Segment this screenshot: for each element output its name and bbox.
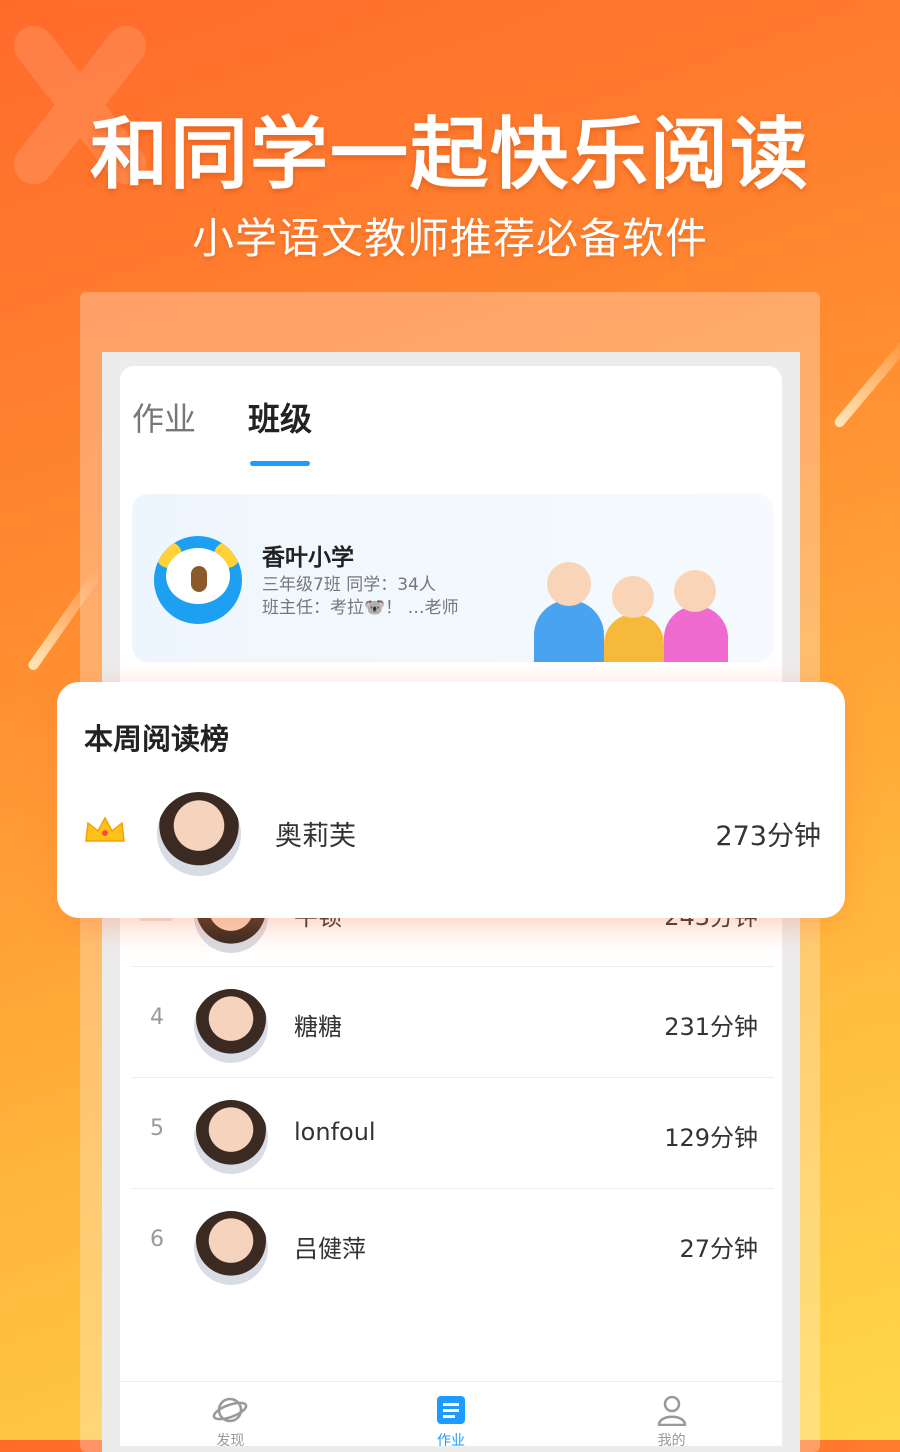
promo-headline: 和同学一起快乐阅读 xyxy=(89,110,810,200)
leaderboard-title: 本周阅读榜 xyxy=(84,722,230,756)
class-details: 三年级7班 同学：34人 班主任：考拉🐨！ …老师 xyxy=(262,574,459,620)
children-illustration xyxy=(514,542,754,662)
koala-avatar-icon xyxy=(154,536,242,624)
school-name: 香叶小学 xyxy=(262,545,354,571)
planet-icon xyxy=(212,1397,248,1423)
rank-number: 4 xyxy=(150,1005,164,1030)
table-row[interactable]: 4 糖糖 231分钟 xyxy=(132,966,774,1077)
gold-crown-icon xyxy=(85,816,125,842)
table-row[interactable]: 5 lonfoul 129分钟 xyxy=(132,1077,774,1188)
reading-time: 27分钟 xyxy=(679,1235,758,1263)
top-student-name: 奥莉芙 xyxy=(275,821,356,852)
bottom-nav: 发现 作业 我的 xyxy=(120,1381,782,1446)
table-row[interactable]: 6 吕健萍 27分钟 xyxy=(132,1188,774,1299)
nav-label: 发现 xyxy=(216,1433,245,1446)
promo-subline: 小学语文教师推荐必备软件 xyxy=(191,214,708,263)
grade-line: 三年级7班 同学：34人 xyxy=(262,575,436,595)
reading-time: 231分钟 xyxy=(664,1013,758,1041)
class-info-card[interactable]: 香叶小学 三年级7班 同学：34人 班主任：考拉🐨！ …老师 xyxy=(132,494,774,662)
rank-number: 6 xyxy=(150,1227,164,1252)
tab-class[interactable]: 班级 xyxy=(248,394,312,466)
profile-icon xyxy=(657,1395,686,1426)
weekly-leaderboard-popup[interactable]: 本周阅读榜 奥莉芙 273分钟 xyxy=(57,682,845,918)
tab-homework[interactable]: 作业 xyxy=(132,394,196,440)
shooting-star-decoration xyxy=(832,330,900,430)
reading-time: 129分钟 xyxy=(664,1124,758,1152)
avatar xyxy=(157,792,241,876)
avatar xyxy=(194,989,268,1063)
top-reading-time: 273分钟 xyxy=(715,821,821,852)
teacher-line: 班主任：考拉🐨！ …老师 xyxy=(262,598,459,618)
top-tabs: 作业 班级 xyxy=(132,394,312,466)
nav-profile[interactable]: 我的 xyxy=(561,1382,782,1446)
student-name: 吕健萍 xyxy=(294,1235,366,1263)
avatar xyxy=(194,1211,268,1285)
nav-homework[interactable]: 作业 xyxy=(341,1382,562,1446)
rank-number: 5 xyxy=(150,1116,164,1141)
student-name: lonfoul xyxy=(294,1118,376,1146)
nav-label: 作业 xyxy=(437,1433,465,1446)
avatar xyxy=(194,1100,268,1174)
nav-discover[interactable]: 发现 xyxy=(120,1382,341,1446)
nav-label: 我的 xyxy=(657,1433,686,1446)
student-name: 糖糖 xyxy=(294,1013,342,1041)
homework-book-icon xyxy=(437,1396,465,1424)
